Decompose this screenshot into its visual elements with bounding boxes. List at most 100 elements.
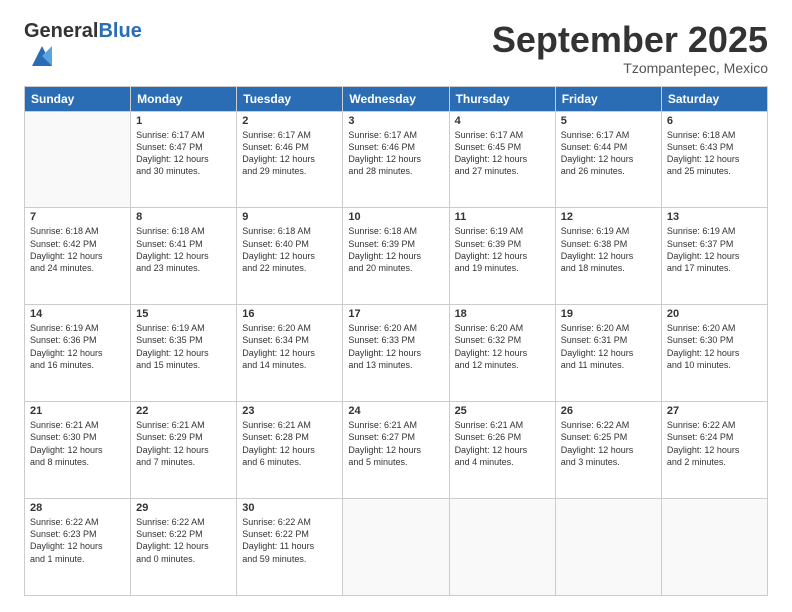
day-info: Sunrise: 6:18 AM Sunset: 6:40 PM Dayligh… — [242, 225, 337, 274]
day-info: Sunrise: 6:20 AM Sunset: 6:30 PM Dayligh… — [667, 322, 762, 371]
calendar-table: SundayMondayTuesdayWednesdayThursdayFrid… — [24, 86, 768, 596]
day-number: 6 — [667, 115, 762, 127]
calendar-week-2: 7Sunrise: 6:18 AM Sunset: 6:42 PM Daylig… — [25, 208, 768, 305]
calendar-header: SundayMondayTuesdayWednesdayThursdayFrid… — [25, 86, 768, 111]
weekday-header-wednesday: Wednesday — [343, 86, 449, 111]
weekday-header-monday: Monday — [131, 86, 237, 111]
day-number: 7 — [30, 211, 125, 223]
day-number: 19 — [561, 308, 656, 320]
day-info: Sunrise: 6:19 AM Sunset: 6:38 PM Dayligh… — [561, 225, 656, 274]
day-info: Sunrise: 6:17 AM Sunset: 6:44 PM Dayligh… — [561, 129, 656, 178]
calendar-cell: 28 Sunrise: 6:22 AM Sunset: 6:23 PM Dayli… — [25, 499, 131, 596]
day-info: Sunrise: 6:17 AM Sunset: 6:47 PM Dayligh… — [136, 129, 231, 178]
calendar-cell: 16 Sunrise: 6:20 AM Sunset: 6:34 PM Dayli… — [237, 305, 343, 402]
weekday-header-saturday: Saturday — [661, 86, 767, 111]
calendar-cell: 30Sunrise: 6:22 AM Sunset: 6:22 PM Dayli… — [237, 499, 343, 596]
month-title: September 2025 — [492, 20, 768, 60]
calendar-cell: 20 Sunrise: 6:20 AM Sunset: 6:30 PM Dayli… — [661, 305, 767, 402]
day-number: 28 — [30, 502, 125, 514]
day-number: 17 — [348, 308, 443, 320]
calendar-cell: 4Sunrise: 6:17 AM Sunset: 6:45 PM Daylig… — [449, 111, 555, 208]
day-number: 26 — [561, 405, 656, 417]
day-number: 22 — [136, 405, 231, 417]
day-number: 11 — [455, 211, 550, 223]
weekday-header-tuesday: Tuesday — [237, 86, 343, 111]
calendar-cell: 1 Sunrise: 6:17 AM Sunset: 6:47 PM Daylig… — [131, 111, 237, 208]
title-block: September 2025 Tzompantepec, Mexico — [492, 20, 768, 76]
day-info: Sunrise: 6:22 AM Sunset: 6:24 PM Dayligh… — [667, 419, 762, 468]
calendar-cell: 8 Sunrise: 6:18 AM Sunset: 6:41 PM Daylig… — [131, 208, 237, 305]
day-info: Sunrise: 6:18 AM Sunset: 6:41 PM Dayligh… — [136, 225, 231, 274]
calendar-cell: 7Sunrise: 6:18 AM Sunset: 6:42 PM Daylig… — [25, 208, 131, 305]
calendar-cell: 22Sunrise: 6:21 AM Sunset: 6:29 PM Dayli… — [131, 402, 237, 499]
day-info: Sunrise: 6:22 AM Sunset: 6:23 PM Dayligh… — [30, 516, 125, 565]
calendar-week-1: 1 Sunrise: 6:17 AM Sunset: 6:47 PM Daylig… — [25, 111, 768, 208]
day-number: 12 — [561, 211, 656, 223]
day-info: Sunrise: 6:22 AM Sunset: 6:22 PM Dayligh… — [136, 516, 231, 565]
day-number: 25 — [455, 405, 550, 417]
day-number: 2 — [242, 115, 337, 127]
day-number: 29 — [136, 502, 231, 514]
calendar-cell: 23Sunrise: 6:21 AM Sunset: 6:28 PM Dayli… — [237, 402, 343, 499]
header: GeneralBlue September 2025 Tzompantepec,… — [24, 20, 768, 76]
calendar-cell: 18Sunrise: 6:20 AM Sunset: 6:32 PM Dayli… — [449, 305, 555, 402]
day-number: 8 — [136, 211, 231, 223]
day-info: Sunrise: 6:21 AM Sunset: 6:26 PM Dayligh… — [455, 419, 550, 468]
day-number: 9 — [242, 211, 337, 223]
calendar-cell: 14 Sunrise: 6:19 AM Sunset: 6:36 PM Dayli… — [25, 305, 131, 402]
day-info: Sunrise: 6:21 AM Sunset: 6:28 PM Dayligh… — [242, 419, 337, 468]
day-info: Sunrise: 6:17 AM Sunset: 6:46 PM Dayligh… — [242, 129, 337, 178]
calendar-cell: 6 Sunrise: 6:18 AM Sunset: 6:43 PM Daylig… — [661, 111, 767, 208]
weekday-header-row: SundayMondayTuesdayWednesdayThursdayFrid… — [25, 86, 768, 111]
day-number: 24 — [348, 405, 443, 417]
day-number: 21 — [30, 405, 125, 417]
calendar-cell: 15 Sunrise: 6:19 AM Sunset: 6:35 PM Dayli… — [131, 305, 237, 402]
day-info: Sunrise: 6:18 AM Sunset: 6:43 PM Dayligh… — [667, 129, 762, 178]
day-number: 20 — [667, 308, 762, 320]
weekday-header-sunday: Sunday — [25, 86, 131, 111]
day-info: Sunrise: 6:20 AM Sunset: 6:31 PM Dayligh… — [561, 322, 656, 371]
calendar-body: 1 Sunrise: 6:17 AM Sunset: 6:47 PM Daylig… — [25, 111, 768, 595]
calendar-week-4: 21 Sunrise: 6:21 AM Sunset: 6:30 PM Dayli… — [25, 402, 768, 499]
calendar-cell — [343, 499, 449, 596]
calendar-cell: 29 Sunrise: 6:22 AM Sunset: 6:22 PM Dayli… — [131, 499, 237, 596]
logo: GeneralBlue — [24, 20, 142, 75]
day-info: Sunrise: 6:19 AM Sunset: 6:37 PM Dayligh… — [667, 225, 762, 274]
day-info: Sunrise: 6:20 AM Sunset: 6:34 PM Dayligh… — [242, 322, 337, 371]
day-number: 30 — [242, 502, 337, 514]
calendar-cell: 10Sunrise: 6:18 AM Sunset: 6:39 PM Dayli… — [343, 208, 449, 305]
calendar-cell: 26 Sunrise: 6:22 AM Sunset: 6:25 PM Dayli… — [555, 402, 661, 499]
calendar-cell: 9 Sunrise: 6:18 AM Sunset: 6:40 PM Daylig… — [237, 208, 343, 305]
calendar-cell: 5 Sunrise: 6:17 AM Sunset: 6:44 PM Daylig… — [555, 111, 661, 208]
calendar-cell: 2 Sunrise: 6:17 AM Sunset: 6:46 PM Daylig… — [237, 111, 343, 208]
day-info: Sunrise: 6:21 AM Sunset: 6:30 PM Dayligh… — [30, 419, 125, 468]
calendar-cell: 21 Sunrise: 6:21 AM Sunset: 6:30 PM Dayli… — [25, 402, 131, 499]
day-info: Sunrise: 6:21 AM Sunset: 6:27 PM Dayligh… — [348, 419, 443, 468]
logo-general: General — [24, 20, 98, 42]
calendar-cell — [555, 499, 661, 596]
calendar-cell — [449, 499, 555, 596]
location: Tzompantepec, Mexico — [492, 60, 768, 76]
day-number: 1 — [136, 115, 231, 127]
day-number: 5 — [561, 115, 656, 127]
calendar-cell — [661, 499, 767, 596]
calendar-cell: 13 Sunrise: 6:19 AM Sunset: 6:37 PM Dayli… — [661, 208, 767, 305]
calendar-cell: 12 Sunrise: 6:19 AM Sunset: 6:38 PM Dayli… — [555, 208, 661, 305]
page: GeneralBlue September 2025 Tzompantepec,… — [0, 0, 792, 612]
calendar-cell: 24 Sunrise: 6:21 AM Sunset: 6:27 PM Dayli… — [343, 402, 449, 499]
day-number: 16 — [242, 308, 337, 320]
calendar-cell: 19 Sunrise: 6:20 AM Sunset: 6:31 PM Dayli… — [555, 305, 661, 402]
day-info: Sunrise: 6:17 AM Sunset: 6:45 PM Dayligh… — [455, 129, 550, 178]
logo-blue: Blue — [98, 20, 141, 42]
day-info: Sunrise: 6:22 AM Sunset: 6:25 PM Dayligh… — [561, 419, 656, 468]
day-info: Sunrise: 6:20 AM Sunset: 6:33 PM Dayligh… — [348, 322, 443, 371]
weekday-header-friday: Friday — [555, 86, 661, 111]
logo-icon — [28, 42, 56, 70]
day-number: 14 — [30, 308, 125, 320]
calendar-cell: 3Sunrise: 6:17 AM Sunset: 6:46 PM Daylig… — [343, 111, 449, 208]
day-number: 13 — [667, 211, 762, 223]
day-info: Sunrise: 6:19 AM Sunset: 6:36 PM Dayligh… — [30, 322, 125, 371]
calendar-week-5: 28 Sunrise: 6:22 AM Sunset: 6:23 PM Dayli… — [25, 499, 768, 596]
day-number: 15 — [136, 308, 231, 320]
day-info: Sunrise: 6:19 AM Sunset: 6:35 PM Dayligh… — [136, 322, 231, 371]
